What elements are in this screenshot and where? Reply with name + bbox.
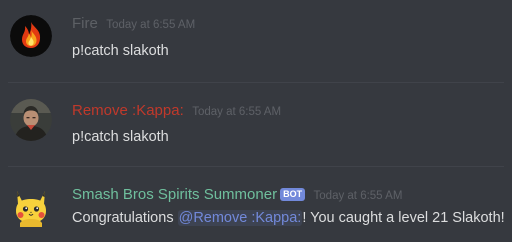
message-text: Congratulations [72, 210, 178, 226]
username[interactable]: Smash Bros Spirits Summoner [72, 186, 277, 203]
timestamp: Today at 6:55 AM [192, 106, 282, 118]
username[interactable]: Remove :Kappa: [72, 102, 184, 119]
timestamp: Today at 6:55 AM [313, 190, 403, 202]
message-content: p!catch slakoth [72, 129, 169, 145]
user-mention[interactable]: @Remove :Kappa: [177, 210, 303, 226]
message-content: Congratulations @Remove :Kappa:! You cau… [72, 209, 505, 227]
pikachu-icon[interactable] [10, 187, 52, 229]
message-item: Remove :Kappa: Today at 6:55 AM p!catch … [0, 82, 512, 166]
user-avatar-icon[interactable] [10, 99, 52, 141]
message-header: Remove :Kappa: Today at 6:55 AM [72, 102, 281, 121]
message-text: ! You caught a level 21 Slakoth! [302, 210, 505, 226]
message-item: Fire Today at 6:55 AM p!catch slakoth [0, 0, 512, 82]
message-item: Smash Bros Spirits Summoner BOT Today at … [0, 166, 512, 242]
message-header: Fire Today at 6:55 AM [72, 15, 195, 34]
chat-messages: Fire Today at 6:55 AM p!catch slakoth Re… [0, 0, 512, 242]
fire-icon[interactable] [10, 15, 52, 57]
message-header: Smash Bros Spirits Summoner BOT Today at … [72, 186, 402, 205]
message-content: p!catch slakoth [72, 43, 169, 59]
timestamp: Today at 6:55 AM [106, 19, 196, 31]
bot-tag: BOT [280, 188, 306, 201]
username[interactable]: Fire [72, 15, 98, 32]
